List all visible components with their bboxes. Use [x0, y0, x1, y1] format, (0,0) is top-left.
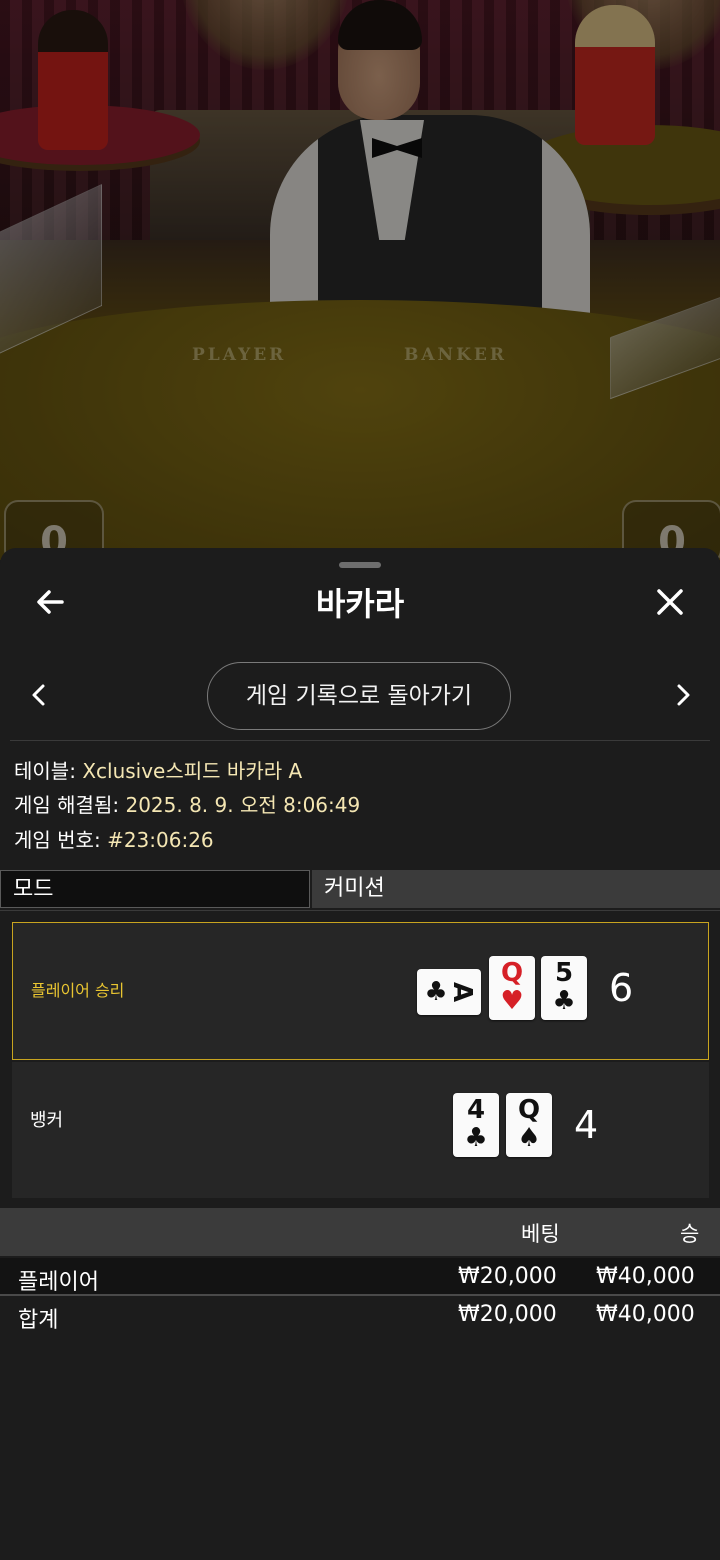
playing-card: Q ♠ — [506, 1093, 552, 1157]
live-video-feed: PLAYER BANKER 0 0 — [0, 0, 720, 560]
spade-suit-icon: ♠ — [517, 1123, 541, 1153]
previous-game-button[interactable] — [24, 680, 54, 710]
card-rank: 4 — [466, 1095, 486, 1125]
back-to-history-button[interactable]: 게임 기록으로 돌아가기 — [207, 662, 511, 730]
info-resolved: 게임 해결됨: 2025. 8. 9. 오전 8:06:49 — [14, 791, 360, 819]
divider — [10, 740, 710, 741]
column-header-bet: 베팅 — [521, 1222, 560, 1246]
info-table-key: 테이블: — [14, 759, 76, 783]
info-game-number-value: #23:06:26 — [107, 828, 214, 852]
banker-score: 4 — [574, 1103, 599, 1147]
playing-card: Q ♥ — [489, 956, 535, 1020]
total-win-amount: ₩40,000 — [596, 1302, 695, 1327]
info-table-value: Xclusive스피드 바카라 A — [82, 759, 303, 783]
banker-result-label: 뱅커 — [30, 1110, 64, 1131]
playing-card: 4 ♣ — [453, 1093, 499, 1157]
close-button[interactable] — [650, 582, 690, 622]
close-icon — [657, 589, 683, 615]
total-label: 합계 — [18, 1308, 59, 1333]
drag-handle[interactable] — [339, 562, 381, 568]
club-suit-icon: ♣ — [552, 986, 576, 1016]
total-bet-amount: ₩20,000 — [458, 1302, 557, 1327]
card-rank: 5 — [554, 958, 574, 988]
table-row-total: 합계 ₩20,000 ₩40,000 — [0, 1296, 720, 1334]
win-amount: ₩40,000 — [596, 1264, 695, 1289]
player-score: 6 — [609, 966, 634, 1010]
club-suit-icon: ♣ — [464, 1123, 488, 1153]
page-title: 바카라 — [315, 585, 405, 623]
player-result-label: 플레이어 승리 — [31, 981, 125, 1000]
banker-result-card: 뱅커 4 ♣ Q ♠ 4 — [12, 1062, 709, 1198]
info-game-number: 게임 번호: #23:06:26 — [14, 826, 214, 854]
playing-card: 5 ♣ — [541, 956, 587, 1020]
heart-suit-icon: ♥ — [500, 986, 524, 1016]
info-table: 테이블: Xclusive스피드 바카라 A — [14, 757, 302, 785]
bets-table-header: 베팅 승 — [0, 1208, 720, 1256]
playing-card: A ♣ — [417, 969, 481, 1015]
result-tabs: 모드 커미션 — [0, 870, 720, 910]
next-game-button[interactable] — [668, 680, 698, 710]
tab-mode[interactable]: 모드 — [0, 870, 310, 908]
club-suit-icon: ♣ — [424, 977, 448, 1007]
info-resolved-key: 게임 해결됨: — [14, 793, 120, 817]
tab-commission[interactable]: 커미션 — [312, 870, 720, 908]
card-rank: Q — [500, 958, 524, 988]
table-row: 플레이어 ₩20,000 ₩40,000 — [0, 1258, 720, 1296]
divider — [0, 910, 720, 911]
column-header-win: 승 — [680, 1222, 700, 1246]
info-resolved-value: 2025. 8. 9. 오전 8:06:49 — [125, 793, 361, 817]
video-dim-overlay — [0, 0, 720, 560]
card-rank: Q — [517, 1095, 541, 1125]
chevron-right-icon — [677, 684, 690, 706]
player-result-card: 플레이어 승리 A ♣ Q ♥ 5 ♣ 6 — [12, 922, 709, 1060]
game-history-sheet: 바카라 게임 기록으로 돌아가기 테이블: Xclusive스피드 바카라 A … — [0, 548, 720, 1560]
bet-amount: ₩20,000 — [458, 1264, 557, 1289]
chevron-left-icon — [32, 684, 45, 706]
card-rank: A — [447, 981, 477, 1003]
bet-name: 플레이어 — [18, 1270, 99, 1295]
info-game-number-key: 게임 번호: — [14, 828, 101, 852]
